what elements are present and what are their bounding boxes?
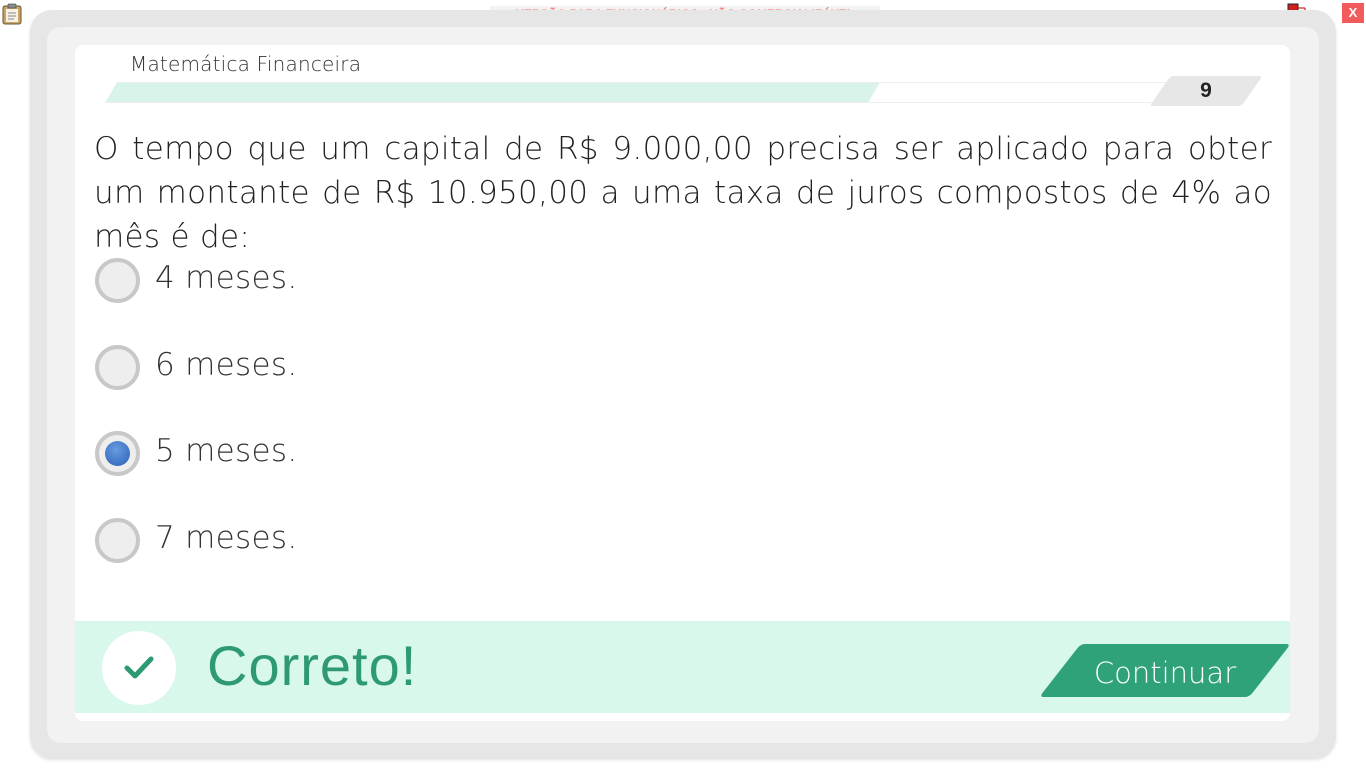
quiz-card: Matemática Financeira 9 O tempo que um c…: [75, 45, 1290, 721]
clipboard-icon[interactable]: [2, 3, 22, 25]
answer-option[interactable]: 5 meses.: [95, 430, 695, 517]
continue-button[interactable]: Continuar: [1039, 644, 1290, 697]
check-icon: [102, 631, 176, 705]
answer-option-label: 6 meses.: [155, 346, 298, 383]
progress-bar: [105, 82, 1178, 103]
answer-option-label: 4 meses.: [155, 260, 298, 296]
feedback-bar: Correto! Continuar: [75, 621, 1290, 713]
progress-bar-fill: [105, 83, 880, 102]
answer-option[interactable]: 7 meses.: [95, 517, 695, 604]
answer-option-label: 5 meses.: [155, 433, 298, 469]
question-number: 9: [1200, 79, 1212, 102]
close-button[interactable]: X: [1342, 3, 1364, 23]
radio-button[interactable]: [95, 344, 140, 390]
answer-option[interactable]: 4 meses.: [95, 257, 695, 344]
feedback-status: Correto!: [207, 634, 418, 697]
question-number-badge: 9: [1149, 76, 1263, 106]
answer-options: 4 meses. 6 meses. 5 meses. 7 meses.: [95, 257, 695, 603]
continue-button-label: Continuar: [1093, 656, 1237, 690]
question-text: O tempo que um capital de R$ 9.000,00 pr…: [94, 131, 1272, 255]
radio-button[interactable]: [95, 258, 140, 303]
radio-button[interactable]: [95, 517, 140, 563]
radio-button[interactable]: [95, 431, 140, 476]
subject-title: Matemática Financeira: [130, 52, 362, 76]
answer-option[interactable]: 6 meses.: [95, 344, 695, 431]
answer-option-label: 7 meses.: [155, 519, 298, 556]
